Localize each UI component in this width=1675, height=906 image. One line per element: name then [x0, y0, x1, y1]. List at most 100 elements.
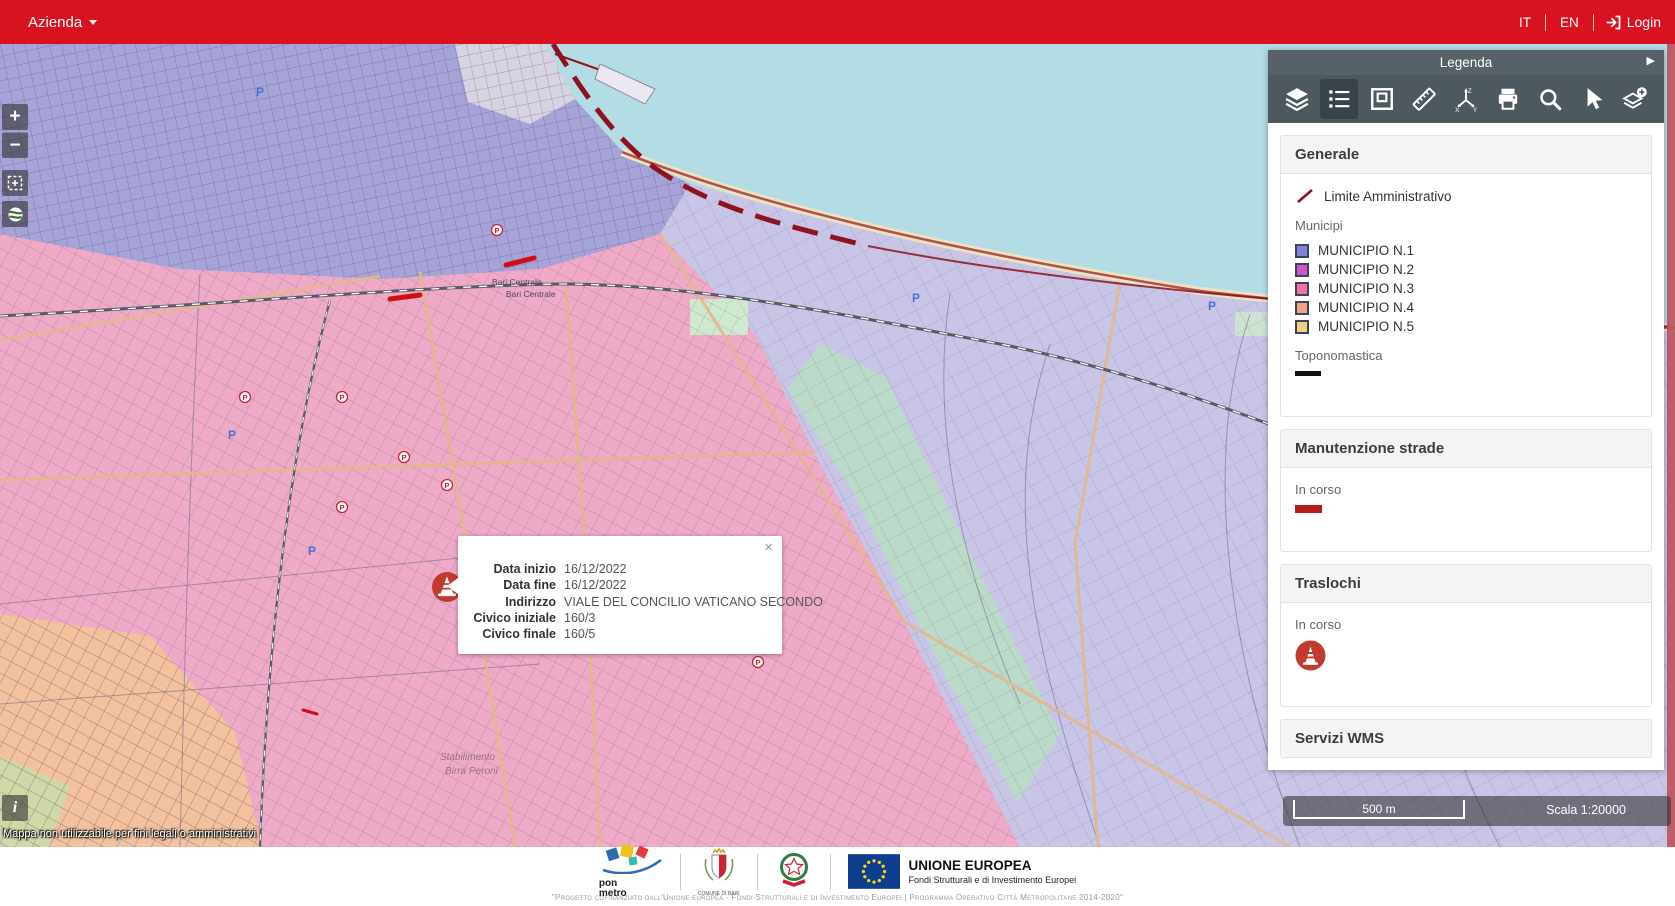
popup-row: Indirizzo VIALE DEL CONCILIO VATICANO SE… [464, 594, 772, 610]
map-disclaimer: Mappa non utilizzabile per fini legali o… [3, 828, 256, 840]
footer-caption: "Progetto cofinanziato dall'Unione europ… [0, 893, 1675, 902]
tool-pointer[interactable] [1574, 79, 1612, 119]
tool-legend-list[interactable] [1320, 79, 1358, 119]
traffic-cone-icon [1295, 640, 1326, 671]
overview-map-icon [1369, 86, 1395, 112]
legend-item-municipio-3: MUNICIPIO N.3 [1295, 279, 1637, 298]
tool-measure[interactable] [1405, 79, 1443, 119]
legend-panel: Legenda ▶ [1268, 50, 1664, 770]
list-icon [1326, 86, 1352, 112]
lang-it-button[interactable]: IT [1517, 11, 1533, 34]
legend-title: Legenda [1440, 55, 1493, 70]
ruler-icon [1411, 86, 1437, 112]
scale-distance: 500 m [1362, 802, 1395, 816]
map-label-factory-1: Stabilimento [440, 752, 495, 763]
layers-icon [1284, 86, 1310, 112]
eu-flag-icon [848, 854, 900, 889]
legend-item-municipio-5: MUNICIPIO N.5 [1295, 317, 1637, 336]
italy-emblem-logo [775, 849, 813, 894]
divider [680, 854, 681, 890]
manutenzione-swatch [1295, 505, 1322, 513]
legend-item-limite: Limite Amministrativo [1295, 188, 1637, 204]
municipio-2-label: MUNICIPIO N.2 [1318, 262, 1414, 277]
zoom-in-button[interactable]: + [2, 104, 28, 130]
popup-value: 16/12/2022 [564, 561, 627, 577]
top-navbar: Azienda IT EN Login [0, 0, 1675, 44]
sign-in-icon [1606, 15, 1621, 30]
municipi-group-label: Municipi [1295, 218, 1637, 233]
legend-item-municipio-1: MUNICIPIO N.1 [1295, 241, 1637, 260]
chevron-down-icon [89, 20, 97, 25]
legend-item-municipio-2: MUNICIPIO N.2 [1295, 260, 1637, 279]
scalebar: 500 m Scala 1:20000 [1283, 796, 1671, 826]
collapse-arrow-icon[interactable]: ▶ [1647, 54, 1655, 67]
italy-emblem-icon [775, 849, 813, 889]
svg-text:P: P [1208, 299, 1216, 313]
zoom-to-extent-button[interactable] [2, 170, 28, 196]
parking-p: P [494, 226, 499, 235]
svg-text:P: P [228, 428, 236, 442]
svg-text:P: P [256, 85, 264, 99]
feature-popup: × Data inizio 16/12/2022 Data fine 16/12… [458, 536, 782, 654]
parking-p: P [401, 453, 406, 462]
brand-label: Azienda [28, 14, 82, 31]
eu-title: UNIONE EUROPEA [909, 858, 1077, 873]
popup-label: Civico iniziale [464, 610, 556, 626]
tool-search[interactable] [1531, 79, 1569, 119]
popup-row: Data fine 16/12/2022 [464, 577, 772, 593]
pon-metro-logo: pon metro [599, 844, 663, 899]
divider [1545, 14, 1546, 31]
divider [757, 854, 758, 890]
popup-row: Data inizio 16/12/2022 [464, 561, 772, 577]
login-button[interactable]: Login [1606, 14, 1661, 30]
section-traslochi-header[interactable]: Traslochi [1281, 565, 1651, 603]
tool-overview-extent[interactable] [1363, 79, 1401, 119]
section-generale-header[interactable]: Generale [1281, 136, 1651, 174]
scale-ratio: Scala 1:20000 [1546, 803, 1626, 817]
cursor-icon [1580, 86, 1606, 112]
popup-row: Civico iniziale 160/3 [464, 610, 772, 626]
section-servizi-wms: Servizi WMS [1280, 719, 1652, 758]
search-icon [1537, 86, 1563, 112]
municipio-5-swatch [1295, 320, 1309, 334]
app-root: Azienda IT EN Login [0, 0, 1675, 906]
popup-value: VIALE DEL CONCILIO VATICANO SECONDO [564, 594, 823, 610]
close-icon[interactable]: × [764, 540, 773, 555]
popup-label: Indirizzo [464, 594, 556, 610]
printer-icon [1495, 86, 1521, 112]
popup-row: Civico finale 160/5 [464, 626, 772, 642]
section-manutenzione-header[interactable]: Manutenzione strade [1281, 430, 1651, 468]
municipio-3-swatch [1295, 282, 1309, 296]
globe-button[interactable] [2, 201, 28, 227]
municipio-3-label: MUNICIPIO N.3 [1318, 281, 1414, 296]
legend-body: Generale Limite Amministrativo Municipi … [1268, 123, 1664, 770]
topbar-right: IT EN Login [1517, 11, 1661, 34]
section-generale: Generale Limite Amministrativo Municipi … [1280, 135, 1652, 417]
zoom-out-button[interactable]: − [2, 132, 28, 158]
popup-label: Data inizio [464, 561, 556, 577]
tool-add-layers[interactable] [1616, 79, 1654, 119]
globe-icon [7, 206, 24, 223]
parking-p: P [339, 393, 344, 402]
municipio-1-swatch [1295, 244, 1309, 258]
map-label-factory-2: Birra Peroni [445, 766, 499, 777]
svg-text:P: P [912, 291, 920, 305]
tool-print[interactable] [1489, 79, 1527, 119]
eu-subtitle: Fondi Strutturali e di Investimento Euro… [909, 875, 1077, 885]
svg-text:P: P [308, 544, 316, 558]
section-servizi-wms-header[interactable]: Servizi WMS [1281, 720, 1651, 757]
divider [830, 854, 831, 890]
info-icon: i [13, 799, 17, 817]
tool-coordinates[interactable]: Z X Y [1447, 79, 1485, 119]
popup-value: 160/5 [564, 626, 595, 642]
tool-layers[interactable] [1278, 79, 1316, 119]
info-button[interactable]: i [2, 795, 28, 821]
limite-label: Limite Amministrativo [1324, 189, 1452, 204]
svg-text:Z: Z [1468, 88, 1472, 95]
right-edge-strip [1667, 44, 1675, 847]
section-manutenzione: Manutenzione strade In corso [1280, 429, 1652, 552]
legend-titlebar: Legenda ▶ [1268, 50, 1664, 75]
lang-en-button[interactable]: EN [1558, 11, 1581, 34]
add-layer-icon [1622, 86, 1648, 112]
brand-menu[interactable]: Azienda [14, 8, 111, 37]
